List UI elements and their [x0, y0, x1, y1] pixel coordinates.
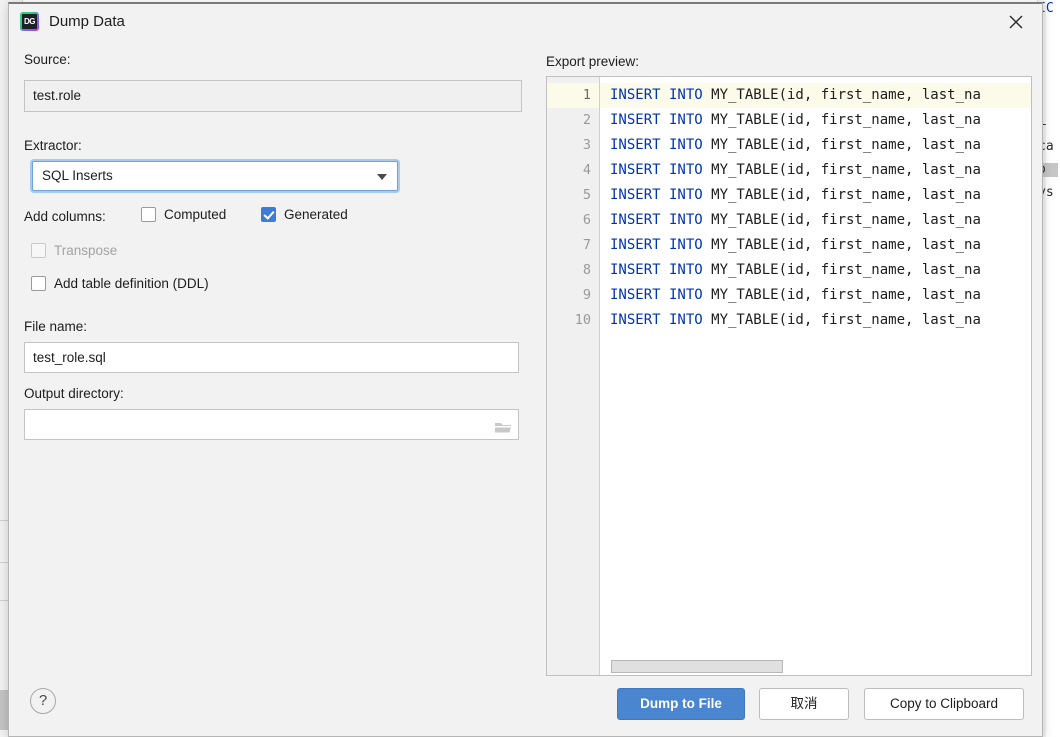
checkbox-transpose: Transpose: [31, 243, 117, 258]
folder-icon[interactable]: [494, 416, 512, 432]
datagrip-icon: DG: [20, 12, 39, 31]
code-line: INSERT INTO MY_TABLE(id, first_name, las…: [610, 233, 981, 258]
checkbox-generated[interactable]: Generated: [261, 207, 348, 222]
export-preview-label: Export preview:: [546, 54, 639, 69]
code-keyword: INSERT INTO: [610, 287, 703, 303]
checkbox-add-ddl[interactable]: Add table definition (DDL): [31, 276, 209, 291]
line-number: 9: [583, 283, 591, 308]
dump-data-dialog: DG Dump Data Source: test.role Extractor…: [8, 2, 1043, 737]
code-keyword: INSERT INTO: [610, 312, 703, 328]
code-line: INSERT INTO MY_TABLE(id, first_name, las…: [610, 158, 981, 183]
line-number-gutter: 1 2 3 4 5 6 7 8 9 10: [547, 77, 600, 675]
help-button[interactable]: ?: [30, 688, 56, 714]
output-directory-label: Output directory:: [24, 386, 124, 401]
line-number: 1: [583, 83, 591, 108]
dialog-titlebar: DG Dump Data: [9, 4, 1042, 40]
code-text: MY_TABLE(id, first_name, last_na: [703, 137, 981, 153]
line-number: 6: [583, 208, 591, 233]
code-keyword: INSERT INTO: [610, 137, 703, 153]
code-text: MY_TABLE(id, first_name, last_na: [703, 112, 981, 128]
line-number: 4: [583, 158, 591, 183]
extractor-selected-value: SQL Inserts: [42, 162, 113, 190]
code-keyword: INSERT INTO: [610, 212, 703, 228]
code-text: MY_TABLE(id, first_name, last_na: [703, 287, 981, 303]
code-line: INSERT INTO MY_TABLE(id, first_name, las…: [610, 133, 981, 158]
code-text: MY_TABLE(id, first_name, last_na: [703, 262, 981, 278]
code-keyword: INSERT INTO: [610, 187, 703, 203]
line-number: 5: [583, 183, 591, 208]
chevron-down-icon: [377, 174, 387, 180]
add-columns-label: Add columns:: [24, 209, 106, 224]
export-preview-panel[interactable]: 1 2 3 4 5 6 7 8 9 10 INSERT INTO MY_TABL…: [546, 76, 1032, 676]
code-text: MY_TABLE(id, first_name, last_na: [703, 212, 981, 228]
line-number: 10: [575, 308, 591, 333]
file-name-label: File name:: [24, 319, 87, 334]
extractor-select[interactable]: SQL Inserts: [32, 161, 398, 191]
code-line: INSERT INTO MY_TABLE(id, first_name, las…: [610, 258, 981, 283]
code-text: MY_TABLE(id, first_name, last_na: [703, 237, 981, 253]
checkbox-computed[interactable]: Computed: [141, 207, 226, 222]
output-directory-input[interactable]: [24, 409, 519, 440]
code-line: INSERT INTO MY_TABLE(id, first_name, las…: [610, 83, 981, 108]
code-line: INSERT INTO MY_TABLE(id, first_name, las…: [610, 208, 981, 233]
copy-to-clipboard-button[interactable]: Copy to Clipboard: [864, 688, 1024, 720]
line-number: 2: [583, 108, 591, 133]
code-line: INSERT INTO MY_TABLE(id, first_name, las…: [610, 108, 981, 133]
line-number: 3: [583, 133, 591, 158]
code-keyword: INSERT INTO: [610, 112, 703, 128]
checkbox-add-ddl-label: Add table definition (DDL): [54, 276, 209, 291]
code-area[interactable]: INSERT INTO MY_TABLE(id, first_name, las…: [600, 77, 1031, 675]
extractor-label-text: Extractor:: [24, 138, 82, 153]
checkbox-transpose-box: [31, 243, 46, 258]
extractor-label: Extractor:: [24, 138, 82, 153]
checkbox-computed-box[interactable]: [141, 207, 156, 222]
code-text: MY_TABLE(id, first_name, last_na: [703, 312, 981, 328]
code-keyword: INSERT INTO: [610, 262, 703, 278]
code-line: INSERT INTO MY_TABLE(id, first_name, las…: [610, 183, 981, 208]
code-text: MY_TABLE(id, first_name, last_na: [703, 187, 981, 203]
code-line: INSERT INTO MY_TABLE(id, first_name, las…: [610, 308, 981, 333]
checkbox-generated-label: Generated: [284, 207, 348, 222]
source-field: test.role: [24, 80, 522, 112]
code-keyword: INSERT INTO: [610, 237, 703, 253]
code-line: INSERT INTO MY_TABLE(id, first_name, las…: [610, 283, 981, 308]
cancel-button[interactable]: 取消: [759, 688, 849, 720]
code-text: MY_TABLE(id, first_name, last_na: [703, 162, 981, 178]
code-text: MY_TABLE(id, first_name, last_na: [703, 87, 981, 103]
code-keyword: INSERT INTO: [610, 87, 703, 103]
datagrip-icon-label: DG: [22, 14, 37, 29]
source-label: Source:: [24, 52, 71, 67]
checkbox-computed-label: Computed: [164, 207, 226, 222]
code-keyword: INSERT INTO: [610, 162, 703, 178]
horizontal-scrollbar-thumb[interactable]: [611, 660, 783, 673]
line-number: 7: [583, 233, 591, 258]
horizontal-scrollbar[interactable]: [600, 660, 1029, 673]
gutter-current-line-highlight: [547, 83, 599, 108]
checkbox-add-ddl-box[interactable]: [31, 276, 46, 291]
file-name-input[interactable]: test_role.sql: [24, 342, 519, 373]
dialog-title: Dump Data: [49, 12, 125, 32]
checkbox-generated-box[interactable]: [261, 207, 276, 222]
close-icon[interactable]: [993, 4, 1039, 40]
dump-to-file-button[interactable]: Dump to File: [617, 688, 745, 720]
checkbox-transpose-label: Transpose: [54, 243, 117, 258]
line-number: 8: [583, 258, 591, 283]
